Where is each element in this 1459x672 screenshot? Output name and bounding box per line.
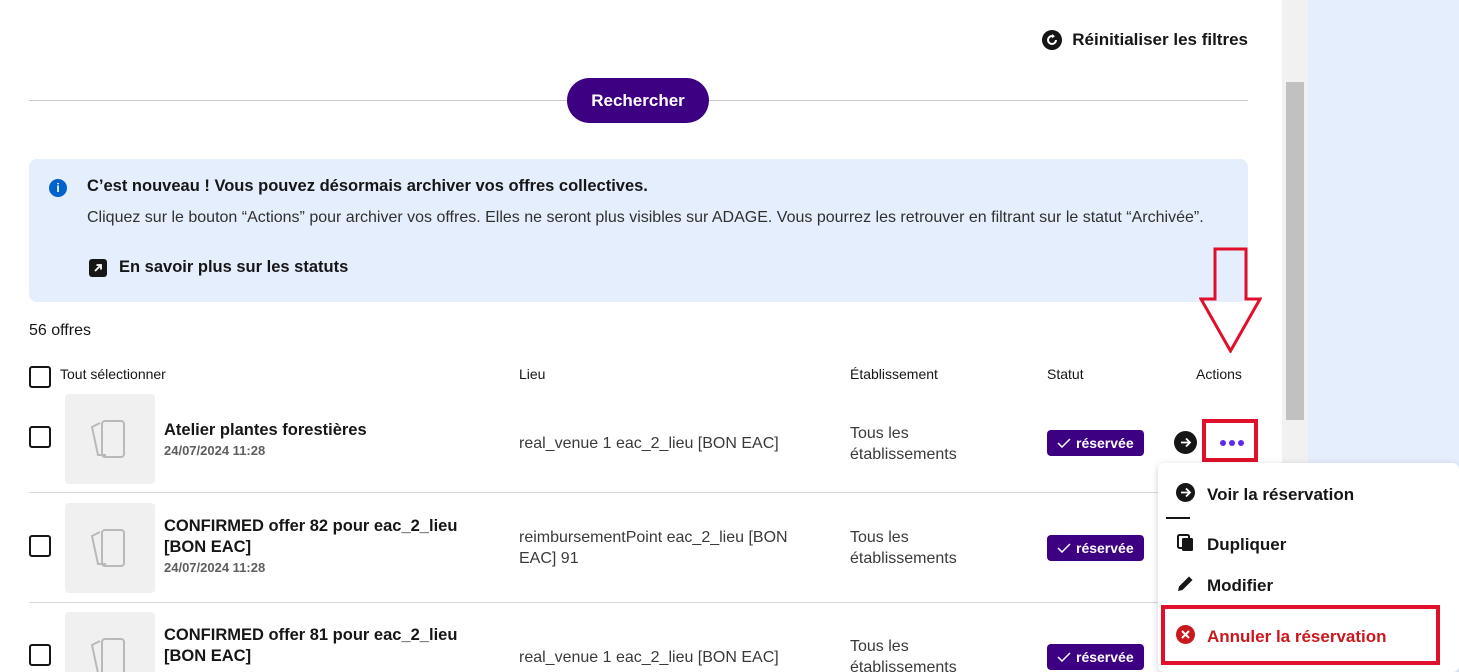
menu-item-label: Modifier [1207, 576, 1274, 595]
actions-menu: Voir la réservation Dupliquer Modifier A… [1158, 463, 1459, 672]
offer-venue: real_venue 1 eac_2_lieu [BON EAC] [519, 649, 779, 666]
menu-item-edit[interactable]: Modifier [1176, 574, 1273, 598]
row-checkbox[interactable] [29, 535, 51, 557]
offer-title[interactable]: Atelier plantes forestières [164, 420, 504, 441]
offer-date: 24/07/2024 11:28 [164, 560, 266, 575]
more-dots-icon [1220, 439, 1226, 446]
offer-thumbnail [65, 612, 155, 672]
scrollbar-thumb[interactable] [1286, 82, 1304, 420]
menu-item-label: Voir la réservation [1207, 485, 1355, 504]
status-label: réservée [1076, 435, 1134, 451]
more-dot [1229, 439, 1235, 446]
banner-title: C’est nouveau ! Vous pouvez désormais ar… [87, 177, 648, 195]
menu-item-label: Dupliquer [1207, 535, 1287, 554]
status-badge: réservée [1047, 535, 1144, 561]
offer-institution: Tous les établissements [850, 425, 957, 463]
reset-icon [1042, 30, 1063, 50]
status-header: Statut [1047, 366, 1084, 382]
status-badge: réservée [1047, 430, 1144, 456]
banner-text: Cliquez sur le bouton “Actions” pour arc… [87, 209, 1204, 226]
offer-institution: Tous les établissements [850, 529, 957, 567]
menu-item-duplicate[interactable]: Dupliquer [1176, 533, 1286, 557]
venue-header: Lieu [519, 366, 546, 382]
placeholder-image-icon [90, 638, 125, 672]
check-icon [1057, 543, 1071, 553]
more-actions-button[interactable] [1209, 426, 1255, 459]
offer-date: 24/07/2024 11:28 [164, 443, 266, 458]
menu-item-view-booking[interactable]: Voir la réservation [1176, 483, 1354, 507]
select-all-checkbox[interactable] [29, 366, 51, 388]
menu-item-cancel-booking[interactable]: Annuler la réservation [1176, 625, 1387, 649]
offers-count: 56 offres [29, 322, 91, 339]
info-banner: i C’est nouveau ! Vous pouvez désormais … [29, 159, 1248, 302]
copy-icon [1176, 533, 1195, 557]
placeholder-image-icon [90, 420, 125, 458]
offer-title[interactable]: CONFIRMED offer 82 pour eac_2_lieu [BON … [164, 516, 504, 558]
search-button[interactable]: Rechercher [567, 78, 709, 123]
statuses-help-link-label: En savoir plus sur les statuts [119, 258, 349, 276]
status-label: réservée [1076, 649, 1134, 665]
select-all-label: Tout sélectionner [60, 366, 166, 382]
actions-header: Actions [1196, 366, 1242, 382]
menu-divider [1166, 517, 1190, 519]
arrow-right-icon [1181, 437, 1192, 448]
menu-item-label: Annuler la réservation [1207, 627, 1387, 646]
row-divider [29, 602, 1159, 603]
arrow-right-icon [1176, 483, 1195, 507]
institution-header: Établissement [850, 366, 938, 382]
row-checkbox[interactable] [29, 426, 51, 448]
row-checkbox[interactable] [29, 644, 51, 666]
offer-title[interactable]: CONFIRMED offer 81 pour eac_2_lieu [BON … [164, 625, 504, 667]
reset-filters-button[interactable]: Réinitialiser les filtres [1042, 30, 1248, 50]
main-content: Réinitialiser les filtres Rechercher i C… [0, 0, 1282, 672]
offer-thumbnail [65, 394, 155, 484]
offer-thumbnail [65, 503, 155, 593]
highlight-arrow-icon [1199, 247, 1262, 353]
info-icon: i [49, 179, 67, 197]
offer-venue: real_venue 1 eac_2_lieu [BON EAC] [519, 435, 779, 452]
placeholder-image-icon [90, 529, 125, 567]
status-badge: réservée [1047, 644, 1144, 670]
more-dot [1238, 439, 1244, 446]
row-divider [29, 492, 1159, 493]
reset-filters-label: Réinitialiser les filtres [1072, 30, 1248, 49]
pencil-icon [1176, 574, 1195, 598]
status-label: réservée [1076, 540, 1134, 556]
offer-venue: reimbursementPoint eac_2_lieu [BON EAC] … [519, 529, 788, 567]
external-link-icon [89, 258, 107, 277]
offer-institution: Tous les établissements [850, 638, 957, 672]
check-icon [1057, 652, 1071, 662]
close-circle-icon [1176, 625, 1195, 649]
view-booking-arrow-button[interactable] [1174, 431, 1197, 454]
check-icon [1057, 438, 1071, 448]
statuses-help-link[interactable]: En savoir plus sur les statuts [89, 258, 348, 277]
